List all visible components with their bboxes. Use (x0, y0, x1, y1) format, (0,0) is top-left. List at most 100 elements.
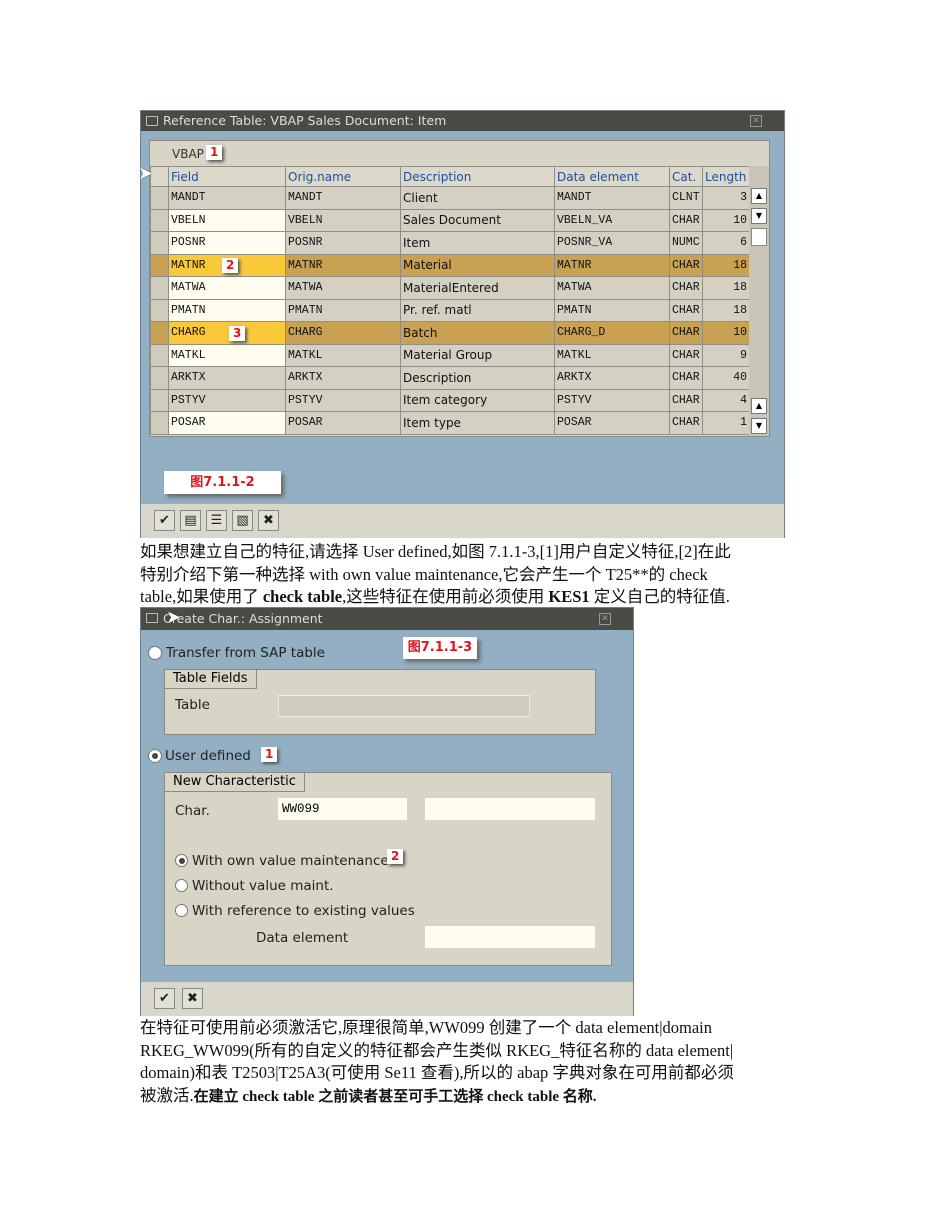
char-description-input[interactable] (425, 798, 595, 820)
cell-cat[interactable]: CHAR (669, 253, 703, 277)
cell-field[interactable]: PMATN (168, 298, 286, 322)
user-defined-radio[interactable] (148, 749, 162, 763)
cell-field[interactable]: POSAR (168, 411, 286, 435)
cell-length[interactable]: 4 (702, 388, 750, 412)
cell-description[interactable]: MaterialEntered (400, 276, 555, 300)
cell-length[interactable]: 18 (702, 276, 750, 300)
cancel-button[interactable]: ✖ (258, 510, 279, 531)
col-description[interactable]: Description (400, 166, 555, 187)
cell-length[interactable]: 1 (702, 411, 750, 435)
cell-description[interactable]: Material (400, 253, 555, 277)
table-row[interactable]: POSAR POSAR Item type POSAR CHAR 1 (150, 411, 750, 435)
data-element-input[interactable] (425, 926, 595, 948)
cell-length[interactable]: 10 (702, 208, 750, 232)
page-up-icon[interactable]: ▲ (751, 398, 767, 414)
cell-cat[interactable]: CHAR (669, 366, 703, 390)
cell-data-element[interactable]: MANDT (554, 186, 670, 210)
table-row[interactable]: PSTYV PSTYV Item category PSTYV CHAR 4 (150, 388, 750, 412)
cell-length[interactable]: 18 (702, 253, 750, 277)
cell-field[interactable]: MATKL (168, 343, 286, 367)
cell-data-element[interactable]: ARKTX (554, 366, 670, 390)
own-value-radio[interactable] (175, 854, 188, 867)
cell-data-element[interactable]: POSAR (554, 411, 670, 435)
cell-orig-name[interactable]: ARKTX (285, 366, 401, 390)
cell-data-element[interactable]: PSTYV (554, 388, 670, 412)
col-field[interactable]: Field (168, 166, 286, 187)
cell-orig-name[interactable]: MANDT (285, 186, 401, 210)
cell-orig-name[interactable]: PMATN (285, 298, 401, 322)
cell-cat[interactable]: CHAR (669, 276, 703, 300)
table-row[interactable]: PMATN PMATN Pr. ref. matl PMATN CHAR 18 (150, 298, 750, 322)
cell-description[interactable]: Pr. ref. matl (400, 298, 555, 322)
reference-radio[interactable] (175, 904, 188, 917)
cell-field[interactable]: ARKTX (168, 366, 286, 390)
col-orig-name[interactable]: Orig.name (285, 166, 401, 187)
cell-description[interactable]: Item (400, 231, 555, 255)
cell-description[interactable]: Item category (400, 388, 555, 412)
cell-field[interactable]: MATWA (168, 276, 286, 300)
vertical-scrollbar[interactable]: ▲ ▼ ▲ ▼ (749, 166, 769, 436)
cell-cat[interactable]: CHAR (669, 411, 703, 435)
cell-length[interactable]: 6 (702, 231, 750, 255)
cell-field[interactable]: VBELN (168, 208, 286, 232)
cell-cat[interactable]: CHAR (669, 321, 703, 345)
close-icon[interactable]: ✕ (599, 613, 611, 625)
col-data-element[interactable]: Data element (554, 166, 670, 187)
table-row[interactable]: MATNR MATNR Material MATNR CHAR 18 (150, 253, 750, 277)
cell-cat[interactable]: CHAR (669, 343, 703, 367)
cell-orig-name[interactable]: CHARG (285, 321, 401, 345)
col-cat[interactable]: Cat. (669, 166, 703, 187)
cell-orig-name[interactable]: PSTYV (285, 388, 401, 412)
row-selector[interactable] (150, 321, 169, 345)
confirm-button[interactable]: ✔ (154, 988, 175, 1009)
cell-cat[interactable]: CHAR (669, 208, 703, 232)
details-button[interactable]: ▧ (232, 510, 253, 531)
cell-description[interactable]: Material Group (400, 343, 555, 367)
cell-description[interactable]: Item type (400, 411, 555, 435)
cell-data-element[interactable]: MATWA (554, 276, 670, 300)
select-all-cell[interactable] (150, 166, 169, 187)
cell-description[interactable]: Client (400, 186, 555, 210)
row-selector[interactable] (150, 186, 169, 210)
cell-data-element[interactable]: MATKL (554, 343, 670, 367)
scroll-down-icon[interactable]: ▼ (751, 208, 767, 224)
col-length[interactable]: Length (702, 166, 750, 187)
table-input[interactable] (278, 695, 530, 717)
cell-field[interactable]: MANDT (168, 186, 286, 210)
cell-data-element[interactable]: VBELN_VA (554, 208, 670, 232)
cell-length[interactable]: 40 (702, 366, 750, 390)
scroll-thumb[interactable] (751, 228, 767, 246)
scroll-up-icon[interactable]: ▲ (751, 188, 767, 204)
cell-cat[interactable]: CHAR (669, 298, 703, 322)
transfer-radio[interactable] (148, 646, 162, 660)
table-row[interactable]: MATWA MATWA MaterialEntered MATWA CHAR 18 (150, 276, 750, 300)
cancel-button[interactable]: ✖ (182, 988, 203, 1009)
table-row[interactable]: VBELN VBELN Sales Document VBELN_VA CHAR 10 (150, 208, 750, 232)
cell-cat[interactable]: NUMC (669, 231, 703, 255)
row-selector[interactable] (150, 388, 169, 412)
confirm-button[interactable]: ✔ (154, 510, 175, 531)
cell-orig-name[interactable]: MATNR (285, 253, 401, 277)
row-selector[interactable] (150, 298, 169, 322)
row-selector[interactable] (150, 411, 169, 435)
cell-length[interactable]: 3 (702, 186, 750, 210)
cell-description[interactable]: Description (400, 366, 555, 390)
cell-data-element[interactable]: POSNR_VA (554, 231, 670, 255)
row-selector[interactable] (150, 253, 169, 277)
cell-data-element[interactable]: PMATN (554, 298, 670, 322)
row-selector[interactable] (150, 276, 169, 300)
cell-orig-name[interactable]: MATWA (285, 276, 401, 300)
cell-cat[interactable]: CLNT (669, 186, 703, 210)
table-row[interactable]: MANDT MANDT Client MANDT CLNT 3 (150, 186, 750, 210)
cell-orig-name[interactable]: POSAR (285, 411, 401, 435)
cell-field[interactable]: CHARG (168, 321, 286, 345)
table-row[interactable]: POSNR POSNR Item POSNR_VA NUMC 6 (150, 231, 750, 255)
row-selector[interactable] (150, 343, 169, 367)
cell-orig-name[interactable]: VBELN (285, 208, 401, 232)
cell-length[interactable]: 9 (702, 343, 750, 367)
cell-length[interactable]: 18 (702, 298, 750, 322)
page-down-icon[interactable]: ▼ (751, 418, 767, 434)
cell-field[interactable]: POSNR (168, 231, 286, 255)
select-block-button[interactable]: ☰ (206, 510, 227, 531)
cell-orig-name[interactable]: MATKL (285, 343, 401, 367)
